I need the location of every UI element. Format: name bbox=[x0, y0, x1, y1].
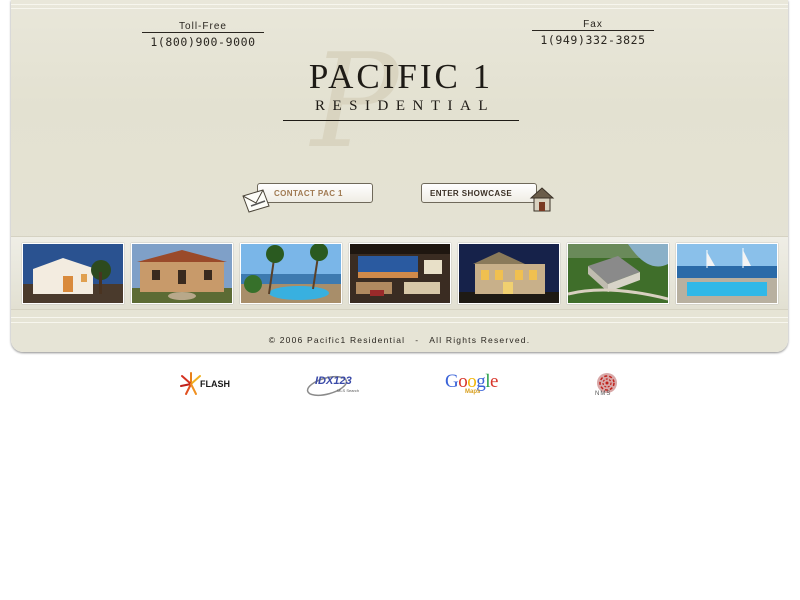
google-maps-subtext: Maps bbox=[465, 389, 481, 395]
copyright-separator: - bbox=[415, 335, 420, 345]
fax-block: Fax 1(949)332-3825 bbox=[532, 19, 654, 47]
main-panel: Toll-Free 1(800)900-9000 Fax 1(949)332-3… bbox=[11, 0, 788, 352]
bottom-stripe bbox=[11, 317, 788, 318]
fax-number: 1(949)332-3825 bbox=[540, 33, 646, 47]
logo-rule bbox=[283, 120, 519, 121]
showcase-button-label: ENTER SHOWCASE bbox=[430, 189, 513, 198]
copyright-notice: © 2006 Pacific1 Residential - All Rights R… bbox=[11, 335, 788, 345]
toll-free-block: Toll-Free 1(800)900-9000 bbox=[142, 21, 264, 49]
gallery-photo[interactable] bbox=[240, 243, 342, 304]
nms-logo[interactable]: NMS bbox=[590, 372, 624, 400]
logo-title: PACIFIC 1 bbox=[308, 57, 494, 96]
contact-button-label: CONTACT PAC 1 bbox=[274, 189, 343, 198]
bottom-stripe bbox=[11, 322, 788, 323]
flash-logo[interactable]: FLASH bbox=[178, 371, 244, 397]
site-logo: P PACIFIC 1 RESIDENTIAL bbox=[276, 36, 526, 166]
logo-subtitle: RESIDENTIAL bbox=[315, 98, 495, 114]
pool-photo bbox=[241, 244, 341, 303]
flash-text: FLASH bbox=[200, 379, 230, 389]
night-estate-photo bbox=[459, 244, 559, 303]
estate-photo bbox=[132, 244, 232, 303]
idx123-logo[interactable]: IDX123 MLS Search bbox=[305, 371, 365, 399]
gallery-photo[interactable] bbox=[22, 243, 124, 304]
living-room-photo bbox=[350, 244, 450, 303]
contact-button[interactable]: CONTACT PAC 1 bbox=[242, 183, 373, 213]
rights-text: All Rights Reserved. bbox=[429, 335, 531, 345]
envelope-pen-icon bbox=[242, 189, 270, 213]
gallery-photo[interactable] bbox=[458, 243, 560, 304]
google-letter: G bbox=[445, 371, 459, 392]
gallery-photo[interactable] bbox=[131, 243, 233, 304]
house-icon bbox=[529, 187, 555, 212]
top-stripe bbox=[11, 8, 788, 9]
photo-gallery bbox=[11, 236, 788, 310]
gallery-photo[interactable] bbox=[567, 243, 669, 304]
toll-free-number: 1(800)900-9000 bbox=[150, 35, 256, 49]
idx-text: IDX123 bbox=[315, 375, 352, 387]
google-letter: e bbox=[490, 371, 498, 392]
showcase-button[interactable]: ENTER SHOWCASE bbox=[421, 183, 555, 212]
fax-label: Fax bbox=[532, 19, 654, 31]
harbor-pool-photo bbox=[677, 244, 777, 303]
aerial-estate-photo bbox=[568, 244, 668, 303]
top-stripe bbox=[11, 4, 788, 5]
gallery-photo[interactable] bbox=[676, 243, 778, 304]
gallery-photo[interactable] bbox=[349, 243, 451, 304]
toll-free-label: Toll-Free bbox=[142, 21, 264, 33]
villa-photo bbox=[23, 244, 123, 303]
idx-subtext: MLS Search bbox=[337, 388, 360, 393]
google-maps-logo[interactable]: Google Maps bbox=[445, 372, 511, 400]
nms-text: NMS bbox=[595, 391, 612, 397]
copyright-text: © 2006 Pacific1 Residential bbox=[268, 335, 406, 345]
